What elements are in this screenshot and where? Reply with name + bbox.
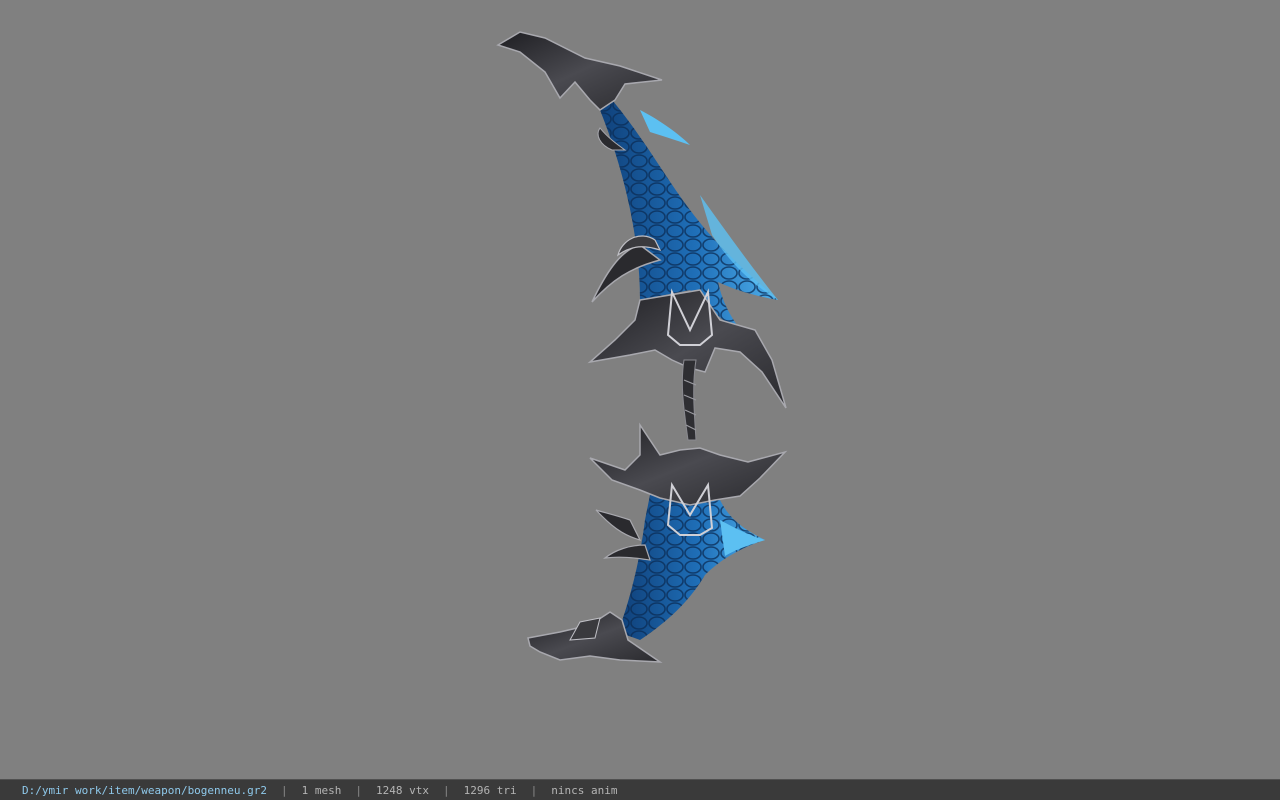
bow-model bbox=[496, 31, 788, 663]
mesh-count: 1 mesh bbox=[301, 783, 342, 797]
separator: | bbox=[443, 783, 450, 797]
status-bar: D:/ymir work/item/weapon/bogenneu.gr2 | … bbox=[0, 779, 1280, 800]
triangle-count: 1296 tri bbox=[463, 783, 517, 797]
separator: | bbox=[281, 783, 288, 797]
separator: | bbox=[355, 783, 363, 797]
separator: | bbox=[530, 783, 538, 797]
vertex-count: 1248 vtx bbox=[376, 783, 430, 797]
animation-status: nincs anim bbox=[551, 783, 618, 797]
file-path: D:/ymir work/item/weapon/bogenneu.gr2 bbox=[22, 783, 268, 797]
lower-limb bbox=[527, 422, 788, 663]
upper-limb bbox=[496, 31, 787, 409]
model-viewport[interactable] bbox=[0, 0, 1280, 779]
grip bbox=[681, 359, 697, 441]
